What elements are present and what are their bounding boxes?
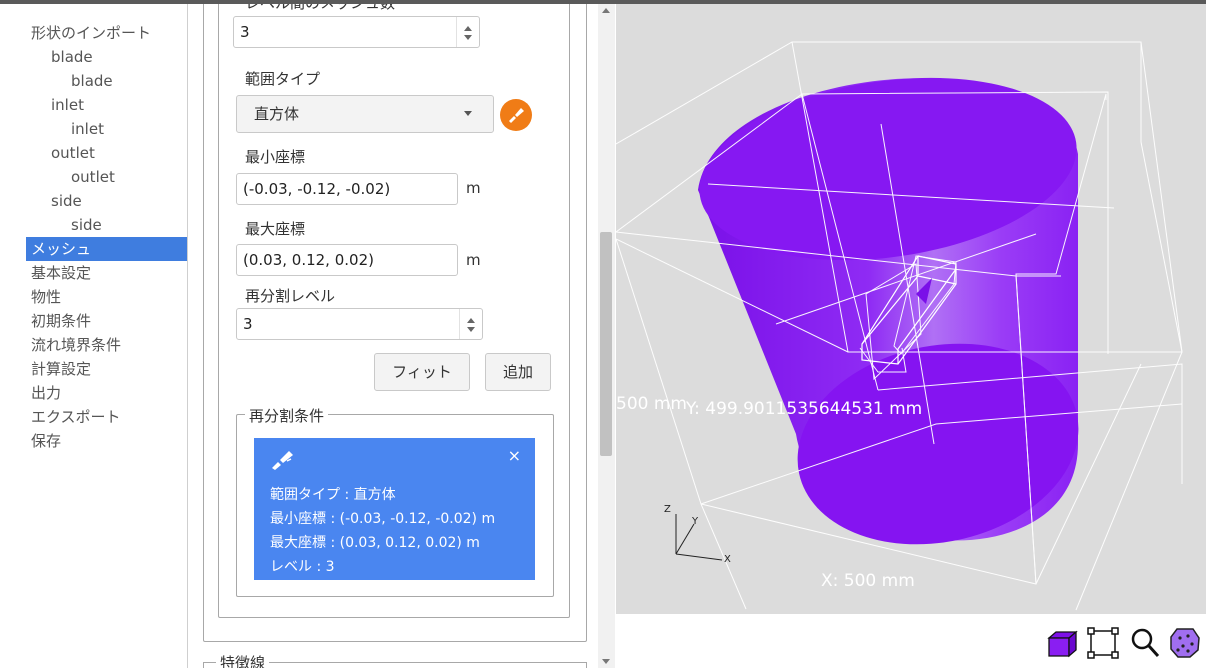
max-coord-input[interactable]: (0.03, 0.12, 0.02) xyxy=(236,244,458,276)
bounding-box-button[interactable] xyxy=(1086,626,1120,660)
refinement-conditions-group: 再分割条件 × 範囲タイプ : 直方体 最小座標 : (-0.03, -0.12… xyxy=(236,405,554,597)
min-coord-value: (-0.03, -0.12, -0.02) xyxy=(243,180,391,198)
nav-item-basic-settings[interactable]: 基本設定 xyxy=(26,261,187,285)
cells-between-levels-input[interactable]: 3 xyxy=(233,16,480,48)
nav-item-output[interactable]: 出力 xyxy=(26,381,187,405)
nav-item-side-group[interactable]: side xyxy=(46,189,187,213)
nav-item-flow-boundary[interactable]: 流れ境界条件 xyxy=(26,333,187,357)
max-coord-label: 最大座標 xyxy=(245,220,306,238)
nav-item-inlet-group[interactable]: inlet xyxy=(46,93,187,117)
cells-between-levels-label: レベル間のメッシュ数 xyxy=(245,4,395,13)
3d-viewport[interactable]: Z Y X Y: 499.9011535644531 mm 500 mm X: … xyxy=(616,4,1206,614)
solid-view-icon xyxy=(1047,630,1078,658)
brush-icon xyxy=(272,451,293,470)
sidebar-nav: 形状のインポート blade blade inlet inlet outlet … xyxy=(0,4,188,668)
add-button[interactable]: 追加 xyxy=(485,353,551,391)
card-max-coord: 最大座標 : (0.03, 0.12, 0.02) m xyxy=(270,535,480,551)
refinement-condition-card[interactable]: × 範囲タイプ : 直方体 最小座標 : (-0.03, -0.12, -0.0… xyxy=(254,438,535,580)
nav-item-inlet[interactable]: inlet xyxy=(66,117,187,141)
chevron-down-icon xyxy=(464,111,472,116)
min-coord-unit: m xyxy=(466,179,481,197)
nav-item-initial-conditions[interactable]: 初期条件 xyxy=(26,309,187,333)
min-coord-input[interactable]: (-0.03, -0.12, -0.02) xyxy=(236,173,458,205)
spin-up-icon[interactable] xyxy=(467,318,475,323)
y-dimension-label: Y: 499.9011535644531 mm xyxy=(685,399,922,419)
mesh-settings-panel: レベル間のメッシュ数 3 範囲タイプ 直方体 最小座標 (-0.03, -0.1… xyxy=(188,4,598,668)
brush-icon xyxy=(509,108,524,123)
axis-z-label: Z xyxy=(664,504,671,515)
nav-item-blade-group[interactable]: blade xyxy=(46,45,187,69)
spin-down-icon[interactable] xyxy=(464,35,472,40)
nav-item-calc-settings[interactable]: 計算設定 xyxy=(26,357,187,381)
scroll-down-icon[interactable] xyxy=(602,659,610,664)
range-type-label: 範囲タイプ xyxy=(245,70,321,88)
max-coord-value: (0.03, 0.12, 0.02) xyxy=(243,251,374,269)
panel-scrollbar[interactable] xyxy=(598,4,615,668)
scene-canvas[interactable]: Z Y X Y: 499.9011535644531 mm 500 mm X: … xyxy=(616,4,1206,614)
cells-between-levels-value: 3 xyxy=(240,23,250,41)
nav-item-outlet[interactable]: outlet xyxy=(66,165,187,189)
card-level: レベル : 3 xyxy=(270,559,335,575)
card-range-type: 範囲タイプ : 直方体 xyxy=(270,487,396,503)
refine-level-input[interactable]: 3 xyxy=(236,308,483,340)
left-dimension-label: 500 mm xyxy=(616,394,687,414)
point-cloud-button[interactable] xyxy=(1168,626,1202,660)
x-dimension-label: X: 500 mm xyxy=(821,571,915,591)
solid-view-button[interactable] xyxy=(1044,626,1078,660)
zoom-icon xyxy=(1131,628,1160,658)
spin-up-icon[interactable] xyxy=(464,26,472,31)
nav-item-blade[interactable]: blade xyxy=(66,69,187,93)
zoom-button[interactable] xyxy=(1128,626,1162,660)
point-cloud-icon xyxy=(1170,628,1200,658)
nav-item-mesh[interactable]: メッシュ xyxy=(26,237,187,261)
nav-item-export[interactable]: エクスポート xyxy=(26,405,187,429)
card-min-coord: 最小座標 : (-0.03, -0.12, -0.02) m xyxy=(270,511,496,527)
max-coord-unit: m xyxy=(466,251,481,269)
fit-button[interactable]: フィット xyxy=(374,353,470,391)
refine-level-label: 再分割レベル xyxy=(245,287,336,305)
range-type-value: 直方体 xyxy=(254,105,300,123)
axis-x-label: X xyxy=(724,554,731,565)
bounding-box-icon xyxy=(1087,627,1119,659)
nav-item-properties[interactable]: 物性 xyxy=(26,285,187,309)
nav-item-save[interactable]: 保存 xyxy=(26,429,187,453)
scrollbar-thumb[interactable] xyxy=(600,232,612,456)
range-type-select[interactable]: 直方体 xyxy=(236,95,494,133)
scroll-up-icon[interactable] xyxy=(602,8,610,13)
view-toolbar xyxy=(1044,626,1206,660)
cells-between-levels-spinner[interactable] xyxy=(456,17,479,47)
refine-level-spinner[interactable] xyxy=(459,309,482,339)
spin-down-icon[interactable] xyxy=(467,327,475,332)
refinement-conditions-legend: 再分割条件 xyxy=(245,405,329,426)
axis-y-label: Y xyxy=(691,516,699,527)
brush-select-button[interactable] xyxy=(500,99,532,131)
nav-item-shape-import[interactable]: 形状のインポート xyxy=(26,21,187,45)
nav-item-side[interactable]: side xyxy=(66,213,187,237)
refine-level-value: 3 xyxy=(243,315,253,333)
nav-item-outlet-group[interactable]: outlet xyxy=(46,141,187,165)
feature-lines-legend: 特徴線 xyxy=(216,652,270,668)
min-coord-label: 最小座標 xyxy=(245,148,306,166)
close-icon[interactable]: × xyxy=(508,446,521,465)
